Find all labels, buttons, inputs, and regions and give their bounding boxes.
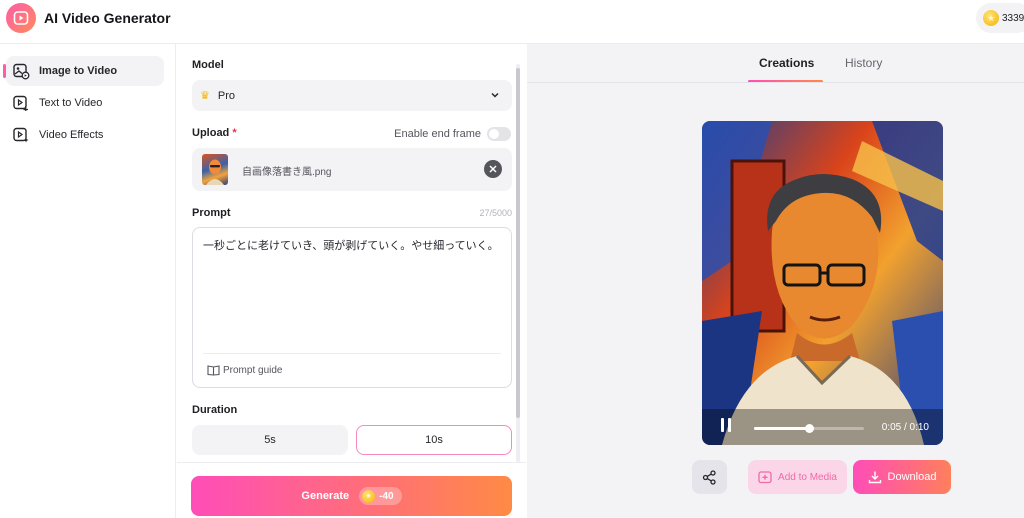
video-effects-icon [13,127,29,143]
text-video-icon [13,95,28,111]
end-frame-label: Enable end frame [394,128,481,140]
credits-value: 3339 [1002,12,1024,24]
upload-label-text: Upload [192,127,230,139]
generate-label: Generate [301,490,350,502]
video-progress-bar[interactable] [754,424,864,433]
generate-cost-value: -40 [379,490,394,502]
generate-button[interactable]: Generate ★ -40 [191,476,512,516]
sidebar-item-label: Video Effects [39,129,104,141]
prompt-guide-link[interactable]: Prompt guide [207,364,282,376]
end-frame-control: Enable end frame [394,127,511,141]
form-scrollbar-thumb[interactable] [516,68,520,418]
video-controls: 0:05 / 0:10 [702,409,943,445]
coin-icon: ★ [983,10,999,26]
download-button[interactable]: Download [853,460,951,494]
sidebar: Image to Video Text to Video Video Effec… [0,44,176,518]
pause-icon[interactable] [720,417,732,433]
crown-icon: ♛ [200,90,210,102]
coin-icon: ★ [362,489,376,503]
share-icon [702,469,716,485]
chevron-down-icon [491,92,499,98]
sidebar-item-text-to-video[interactable]: Text to Video [6,88,164,118]
book-icon [207,365,220,376]
prompt-text[interactable]: 一秒ごとに老けていき、頭が剥げていく。やせ細っていく。 [203,238,503,254]
add-to-media-label: Add to Media [778,471,837,483]
download-icon [868,471,881,484]
app-title: AI Video Generator [44,10,171,26]
prompt-character-counter: 27/5000 [479,208,512,218]
generation-form: Model ♛ Pro Upload * Enable end frame 自画… [177,44,526,518]
prompt-input[interactable]: 一秒ごとに老けていき、頭が剥げていく。やせ細っていく。 Prompt guide [192,227,512,388]
duration-10s-button[interactable]: 10s [356,425,512,455]
video-progress-handle[interactable] [805,424,814,433]
model-value: Pro [217,89,235,102]
image-video-icon [13,63,30,80]
file-name: 自画像落書き風.png [242,167,332,178]
add-media-icon [758,471,772,484]
model-label: Model [192,59,224,71]
download-label: Download [887,471,937,483]
video-player[interactable]: 0:05 / 0:10 [702,121,943,445]
model-select[interactable]: ♛ Pro [192,80,512,111]
video-time: 0:05 / 0:10 [881,422,929,433]
divider [527,82,1024,83]
sidebar-item-label: Image to Video [39,65,118,77]
prompt-label: Prompt [192,207,231,219]
app-header: AI Video Generator ★ 3339 [0,0,1024,44]
sidebar-item-image-to-video[interactable]: Image to Video [3,56,164,86]
upload-label: Upload * [192,127,237,139]
upload-box[interactable]: 自画像落書き風.png [192,148,512,191]
preview-panel: Creations History 0:05 / 0:10 Add to Med… [527,44,1024,518]
required-mark: * [232,127,237,139]
add-to-media-button[interactable]: Add to Media [748,460,847,494]
prompt-guide-label: Prompt guide [223,364,283,376]
sidebar-item-video-effects[interactable]: Video Effects [6,120,164,150]
tab-history[interactable]: History [845,56,882,70]
tab-creations[interactable]: Creations [759,56,814,70]
duration-5s-button[interactable]: 5s [192,425,348,455]
end-frame-toggle[interactable] [487,127,511,141]
share-button[interactable] [692,460,727,494]
divider [203,353,501,354]
generate-cost-badge: ★ -40 [359,487,402,505]
sidebar-item-label: Text to Video [39,97,103,109]
divider [177,462,526,463]
close-icon [489,165,497,173]
duration-label: Duration [192,404,238,416]
remove-file-button[interactable] [484,160,502,178]
video-progress-fill [754,427,809,430]
video-frame-portrait [702,121,943,445]
app-logo-icon [6,3,36,33]
uploaded-image-thumbnail [202,154,228,185]
credits-balance[interactable]: ★ 3339 [976,3,1024,33]
